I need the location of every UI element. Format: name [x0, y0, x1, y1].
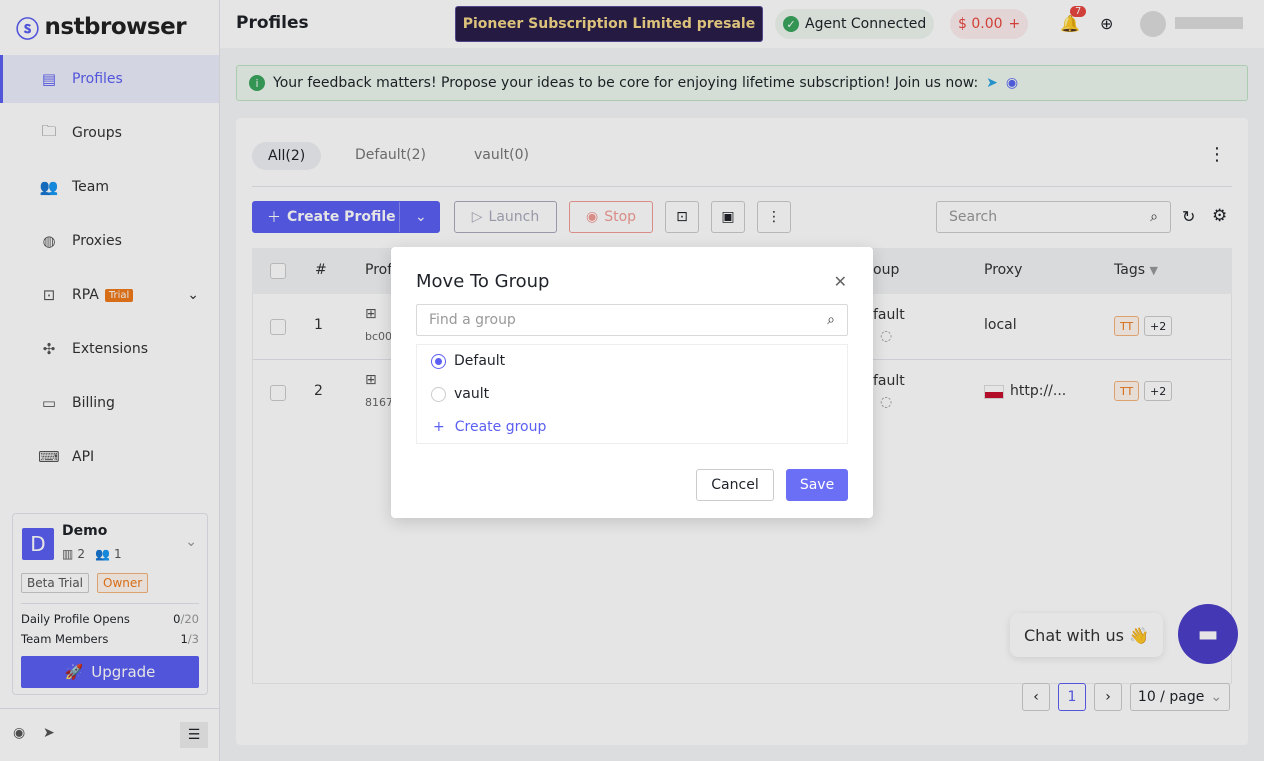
group-search-input[interactable]: Find a group ⌕	[416, 304, 848, 336]
radio-selected[interactable]	[431, 353, 446, 369]
group-option-vault[interactable]: vault	[431, 386, 489, 402]
close-icon[interactable]: ✕	[834, 272, 847, 291]
radio-unselected[interactable]	[431, 386, 446, 402]
plus-icon: +	[433, 419, 445, 435]
create-group-link[interactable]: + Create group	[433, 419, 546, 435]
group-option-default[interactable]: Default	[431, 353, 505, 369]
dialog-title: Move To Group	[416, 271, 550, 292]
save-button[interactable]: Save	[786, 469, 848, 501]
move-to-group-dialog: Move To Group ✕ Find a group ⌕ Default va…	[391, 247, 873, 518]
group-list: Default vault + Create group	[416, 344, 848, 444]
cancel-button[interactable]: Cancel	[696, 469, 774, 501]
search-icon: ⌕	[827, 312, 835, 328]
